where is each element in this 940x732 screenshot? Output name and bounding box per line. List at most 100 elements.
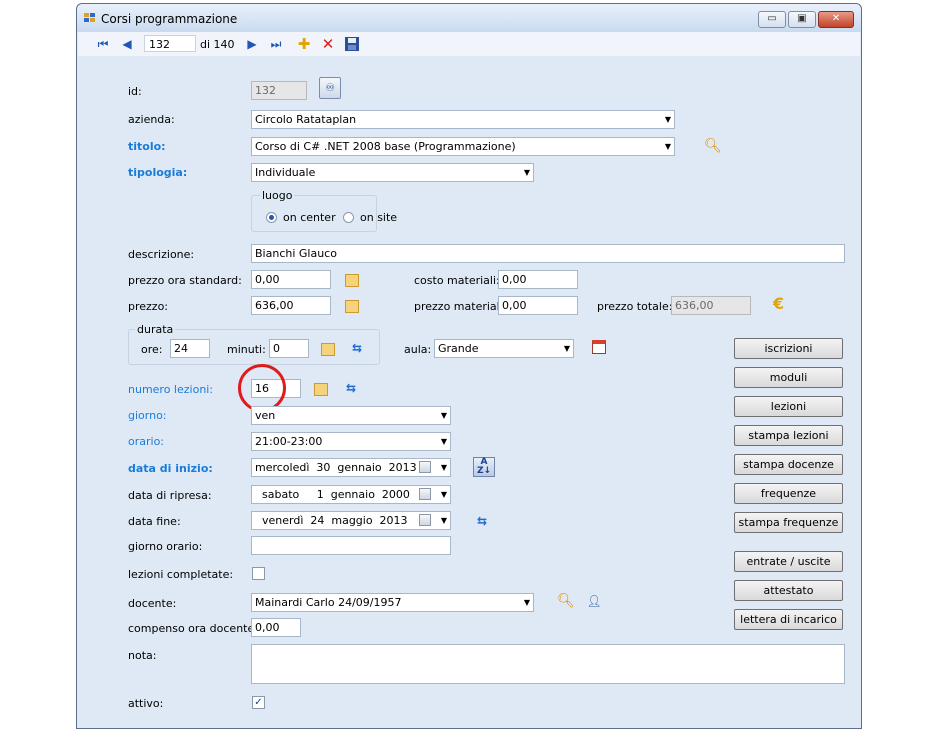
nota-field[interactable] — [251, 644, 845, 684]
navigation-toolbar: ⏮ ◀ 132 di 140 ▶ ⏭ ✚ ✕ — [78, 32, 860, 56]
titolo-combo[interactable]: Corso di C# .NET 2008 base (Programmazio… — [251, 137, 675, 156]
highlight-circle — [238, 364, 286, 412]
chevron-down-icon: ▼ — [523, 598, 530, 607]
minuti-label: minuti: — [227, 343, 266, 356]
aula-label: aula: — [404, 343, 432, 356]
lezioni-completate-checkbox[interactable] — [252, 567, 265, 580]
minuti-field[interactable]: 0 — [269, 339, 309, 358]
prezzo-ora-standard-field[interactable]: 0,00 — [251, 270, 331, 289]
chevron-down-icon: ▼ — [523, 168, 530, 177]
prezzo-label: prezzo: — [128, 300, 169, 313]
orario-combo[interactable]: 21:00-23:00 ▼ — [251, 432, 451, 451]
docente-label: docente: — [128, 597, 177, 610]
costo-materiali-field[interactable]: 0,00 — [498, 270, 578, 289]
data-inizio-label: data di inizio: — [128, 462, 213, 475]
tipologia-combo[interactable]: Individuale ▼ — [251, 163, 534, 182]
titolo-value: Corso di C# .NET 2008 base (Programmazio… — [255, 140, 516, 153]
docente-value: Mainardi Carlo 24/09/1957 — [255, 596, 402, 609]
maximize-button[interactable]: ▣ — [788, 11, 816, 28]
refresh-icon[interactable]: ⇆ — [343, 380, 359, 396]
close-button[interactable]: ✕ — [818, 11, 854, 28]
refresh-icon[interactable]: ⇆ — [349, 340, 365, 356]
sort-az-icon[interactable]: A Z↓ — [473, 457, 495, 477]
iscrizioni-button[interactable]: iscrizioni — [734, 338, 843, 359]
data-ripresa-label: data di ripresa: — [128, 489, 212, 502]
edit-icon[interactable] — [321, 343, 335, 356]
refresh-icon[interactable]: ⇆ — [474, 513, 490, 529]
tipologia-label: tipologia: — [128, 166, 188, 179]
entrate-uscite-button[interactable]: entrate / uscite — [734, 551, 843, 572]
giorno-orario-field[interactable] — [251, 536, 451, 555]
prezzo-totale-label: prezzo totale: — [597, 300, 673, 313]
data-fine-picker[interactable]: venerdì 24 maggio 2013 ▼ — [251, 511, 451, 530]
next-record-icon[interactable]: ▶ — [243, 35, 261, 53]
chevron-down-icon: ▼ — [440, 516, 447, 525]
binoculars-icon[interactable]: ♾ — [319, 77, 341, 99]
lettera-incarico-button[interactable]: lettera di incarico — [734, 609, 843, 630]
data-ripresa-picker[interactable]: sabato 1 gennaio 2000 ▼ — [251, 485, 451, 504]
azienda-label: azienda: — [128, 113, 175, 126]
data-ripresa-value: sabato 1 gennaio 2000 — [255, 488, 410, 501]
stampa-lezioni-button[interactable]: stampa lezioni — [734, 425, 843, 446]
costo-materiali-label: costo materiali: — [414, 274, 500, 287]
attivo-label: attivo: — [128, 697, 164, 710]
on-center-radio[interactable] — [266, 212, 277, 223]
edit-icon[interactable] — [314, 383, 328, 396]
on-site-radio[interactable] — [343, 212, 354, 223]
stampa-docenze-button[interactable]: stampa docenze — [734, 454, 843, 475]
title-bar[interactable]: Corsi programmazione ▭ ▣ ✕ — [77, 4, 861, 32]
compenso-ora-docente-label: compenso ora docente: — [128, 622, 258, 635]
last-record-icon[interactable]: ⏭ — [267, 35, 285, 53]
data-inizio-picker[interactable]: mercoledì 30 gennaio 2013 ▼ — [251, 458, 451, 477]
euro-icon[interactable]: € — [773, 294, 784, 313]
close-icon: ✕ — [831, 13, 841, 24]
calendar-icon[interactable] — [592, 340, 606, 354]
azienda-combo[interactable]: Circolo Ratataplan ▼ — [251, 110, 675, 129]
aula-combo[interactable]: Grande ▼ — [434, 339, 574, 358]
numero-lezioni-label: numero lezioni: — [128, 383, 214, 396]
minimize-button[interactable]: ▭ — [758, 11, 786, 28]
frequenze-button[interactable]: frequenze — [734, 483, 843, 504]
giorno-combo[interactable]: ven ▼ — [251, 406, 451, 425]
maximize-icon: ▣ — [797, 13, 807, 24]
main-window: Corsi programmazione ▭ ▣ ✕ ⏮ ◀ 132 di 14… — [76, 3, 862, 729]
giorno-label: giorno: — [128, 409, 167, 422]
ore-field[interactable]: 24 — [170, 339, 210, 358]
calendar-icon — [419, 514, 431, 526]
save-icon[interactable] — [343, 35, 361, 53]
search-icon[interactable]: 🔍︎ — [557, 593, 575, 609]
delete-icon[interactable]: ✕ — [319, 35, 337, 53]
first-record-icon[interactable]: ⏮ — [94, 35, 112, 53]
edit-icon[interactable] — [345, 274, 359, 287]
lezioni-completate-label: lezioni completate: — [128, 568, 234, 581]
record-count-label: di 140 — [200, 38, 235, 51]
descrizione-field[interactable]: Bianchi Glauco — [251, 244, 845, 263]
azienda-value: Circolo Ratataplan — [255, 113, 357, 126]
orario-label: orario: — [128, 435, 165, 448]
aula-value: Grande — [438, 342, 479, 355]
calendar-icon — [419, 488, 431, 500]
previous-record-icon[interactable]: ◀ — [118, 35, 136, 53]
on-site-label: on site — [360, 211, 398, 224]
prezzo-field[interactable]: 636,00 — [251, 296, 331, 315]
durata-label: durata — [135, 323, 176, 336]
form-area: id: 132 ♾ azienda: Circolo Ratataplan ▼ t… — [77, 56, 861, 728]
stampa-frequenze-button[interactable]: stampa frequenze — [734, 512, 843, 533]
prezzo-materiali-field[interactable]: 0,00 — [498, 296, 578, 315]
edit-icon[interactable] — [345, 300, 359, 313]
compenso-ora-docente-field[interactable]: 0,00 — [251, 618, 301, 637]
attestato-button[interactable]: attestato — [734, 580, 843, 601]
calendar-icon — [419, 461, 431, 473]
search-icon[interactable]: 🔍︎ — [704, 138, 722, 154]
user-icon[interactable]: 👤︎ — [586, 593, 602, 609]
lezioni-button[interactable]: lezioni — [734, 396, 843, 417]
docente-combo[interactable]: Mainardi Carlo 24/09/1957 ▼ — [251, 593, 534, 612]
luogo-label: luogo — [260, 189, 295, 202]
attivo-checkbox[interactable]: ✓ — [252, 696, 265, 709]
chevron-down-icon: ▼ — [563, 344, 570, 353]
nota-label: nota: — [128, 649, 157, 662]
add-icon[interactable]: ✚ — [295, 35, 313, 53]
moduli-button[interactable]: moduli — [734, 367, 843, 388]
current-record-input[interactable]: 132 — [144, 35, 196, 52]
chevron-down-icon: ▼ — [440, 490, 447, 499]
